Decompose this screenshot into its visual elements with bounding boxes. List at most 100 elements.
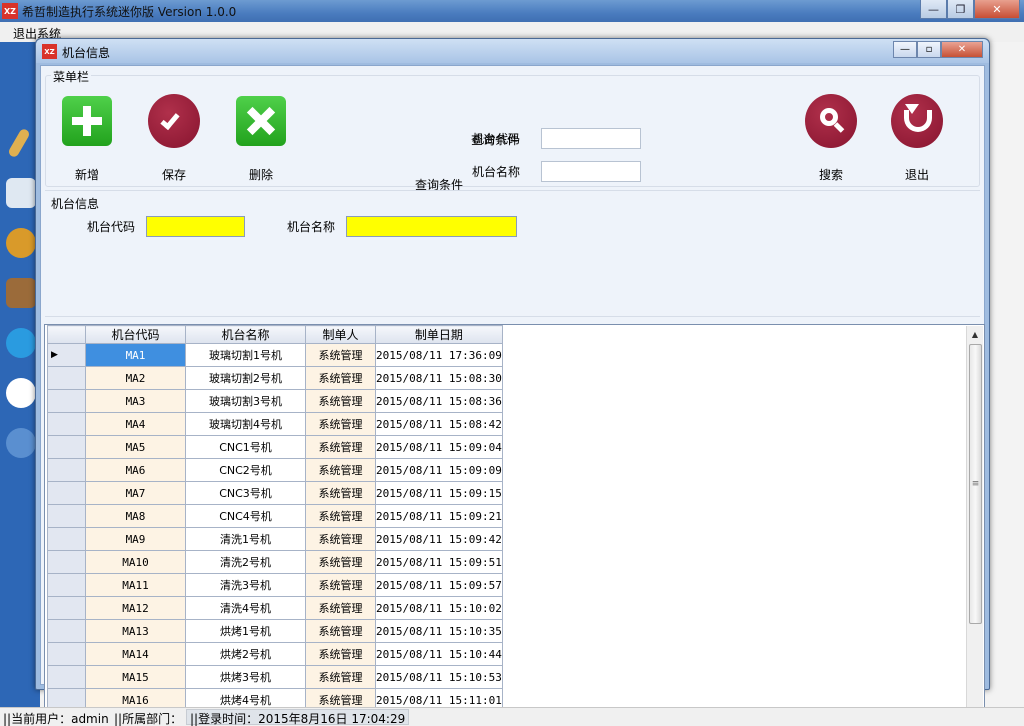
- cell-maker[interactable]: 系统管理: [305, 573, 376, 597]
- globe-icon[interactable]: [6, 328, 36, 358]
- save-button[interactable]: 保存: [144, 94, 204, 182]
- table-row[interactable]: MA7 CNC3号机 系统管理 2015/08/11 15:09:15: [47, 481, 503, 505]
- column-header-code[interactable]: 机台代码: [85, 325, 186, 344]
- cell-name[interactable]: 烘烤1号机: [185, 619, 306, 643]
- scroll-thumb[interactable]: ≡: [969, 344, 982, 624]
- add-button[interactable]: 新增: [57, 95, 117, 182]
- child-minimize-button[interactable]: —: [893, 41, 917, 58]
- column-header-date[interactable]: 制单日期: [375, 325, 503, 344]
- cell-name[interactable]: 清洗1号机: [185, 527, 306, 551]
- cell-name[interactable]: 清洗2号机: [185, 550, 306, 574]
- cell-name[interactable]: 烘烤2号机: [185, 642, 306, 666]
- row-header[interactable]: [47, 619, 86, 643]
- cell-name[interactable]: 玻璃切割1号机: [185, 343, 306, 367]
- table-row[interactable]: MA10 清洗2号机 系统管理 2015/08/11 15:09:51: [47, 550, 503, 574]
- cell-maker[interactable]: 系统管理: [305, 550, 376, 574]
- grid-scrollbar[interactable]: ▲ ≡ ▼: [966, 326, 983, 722]
- cell-name[interactable]: CNC2号机: [185, 458, 306, 482]
- cell-date[interactable]: 2015/08/11 15:08:30: [375, 366, 503, 390]
- users-icon[interactable]: [6, 428, 36, 458]
- minimize-button[interactable]: —: [920, 0, 947, 19]
- child-close-button[interactable]: ✕: [941, 41, 983, 58]
- cell-date[interactable]: 2015/08/11 15:09:42: [375, 527, 503, 551]
- cell-maker[interactable]: 系统管理: [305, 619, 376, 643]
- cell-name[interactable]: 清洗4号机: [185, 596, 306, 620]
- row-header[interactable]: [47, 435, 86, 459]
- info-name-input[interactable]: [346, 216, 517, 237]
- cell-maker[interactable]: 系统管理: [305, 527, 376, 551]
- cell-name[interactable]: 烘烤3号机: [185, 665, 306, 689]
- table-row[interactable]: MA11 清洗3号机 系统管理 2015/08/11 15:09:57: [47, 573, 503, 597]
- row-header[interactable]: [47, 596, 86, 620]
- cell-code[interactable]: MA14: [85, 642, 186, 666]
- cell-date[interactable]: 2015/08/11 15:08:36: [375, 389, 503, 413]
- cell-date[interactable]: 2015/08/11 15:09:57: [375, 573, 503, 597]
- cell-code[interactable]: MA10: [85, 550, 186, 574]
- cell-code[interactable]: MA2: [85, 366, 186, 390]
- row-header[interactable]: [47, 527, 86, 551]
- close-button[interactable]: ✕: [974, 0, 1020, 19]
- cell-date[interactable]: 2015/08/11 15:09:04: [375, 435, 503, 459]
- row-header[interactable]: [47, 665, 86, 689]
- cell-maker[interactable]: 系统管理: [305, 366, 376, 390]
- cell-maker[interactable]: 系统管理: [305, 343, 376, 367]
- info-code-input[interactable]: [146, 216, 245, 237]
- exit-button[interactable]: 退出: [887, 94, 947, 182]
- table-row[interactable]: MA6 CNC2号机 系统管理 2015/08/11 15:09:09: [47, 458, 503, 482]
- cell-maker[interactable]: 系统管理: [305, 504, 376, 528]
- cell-code[interactable]: MA15: [85, 665, 186, 689]
- table-row[interactable]: MA5 CNC1号机 系统管理 2015/08/11 15:09:04: [47, 435, 503, 459]
- cell-name[interactable]: CNC3号机: [185, 481, 306, 505]
- query-name-input[interactable]: [541, 161, 641, 182]
- cell-name[interactable]: CNC1号机: [185, 435, 306, 459]
- cell-name[interactable]: 玻璃切割3号机: [185, 389, 306, 413]
- cell-code[interactable]: MA4: [85, 412, 186, 436]
- cell-date[interactable]: 2015/08/11 15:10:35: [375, 619, 503, 643]
- cell-maker[interactable]: 系统管理: [305, 481, 376, 505]
- cell-maker[interactable]: 系统管理: [305, 458, 376, 482]
- cell-code[interactable]: MA11: [85, 573, 186, 597]
- cell-date[interactable]: 2015/08/11 15:08:42: [375, 412, 503, 436]
- cell-name[interactable]: CNC4号机: [185, 504, 306, 528]
- cell-date[interactable]: 2015/08/11 15:09:15: [375, 481, 503, 505]
- cell-maker[interactable]: 系统管理: [305, 412, 376, 436]
- cell-date[interactable]: 2015/08/11 15:10:53: [375, 665, 503, 689]
- column-header-name[interactable]: 机台名称: [185, 325, 306, 344]
- gear-icon[interactable]: [6, 228, 36, 258]
- delete-button[interactable]: 删除: [231, 95, 291, 182]
- box-icon[interactable]: [6, 278, 36, 308]
- search-button[interactable]: 搜索: [801, 94, 861, 182]
- cell-maker[interactable]: 系统管理: [305, 596, 376, 620]
- table-row[interactable]: MA2 玻璃切割2号机 系统管理 2015/08/11 15:08:30: [47, 366, 503, 390]
- cell-date[interactable]: 2015/08/11 15:10:02: [375, 596, 503, 620]
- cell-date[interactable]: 2015/08/11 15:10:44: [375, 642, 503, 666]
- row-header[interactable]: [47, 573, 86, 597]
- table-row[interactable]: MA3 玻璃切割3号机 系统管理 2015/08/11 15:08:36: [47, 389, 503, 413]
- row-header[interactable]: [47, 504, 86, 528]
- cell-date[interactable]: 2015/08/11 15:09:21: [375, 504, 503, 528]
- cell-date[interactable]: 2015/08/11 15:09:51: [375, 550, 503, 574]
- document-icon[interactable]: [6, 178, 36, 208]
- row-header[interactable]: [47, 389, 86, 413]
- table-row[interactable]: MA8 CNC4号机 系统管理 2015/08/11 15:09:21: [47, 504, 503, 528]
- cell-code[interactable]: MA12: [85, 596, 186, 620]
- table-row[interactable]: MA13 烘烤1号机 系统管理 2015/08/11 15:10:35: [47, 619, 503, 643]
- scroll-up-icon[interactable]: ▲: [967, 326, 983, 342]
- cell-date[interactable]: 2015/08/11 15:09:09: [375, 458, 503, 482]
- row-header[interactable]: [47, 550, 86, 574]
- cell-code[interactable]: MA13: [85, 619, 186, 643]
- cell-code[interactable]: MA9: [85, 527, 186, 551]
- column-header-maker[interactable]: 制单人: [305, 325, 376, 344]
- cell-code[interactable]: MA8: [85, 504, 186, 528]
- row-header[interactable]: [47, 366, 86, 390]
- query-code-input[interactable]: [541, 128, 641, 149]
- cell-code[interactable]: MA5: [85, 435, 186, 459]
- cell-maker[interactable]: 系统管理: [305, 389, 376, 413]
- cell-code[interactable]: MA3: [85, 389, 186, 413]
- restore-button[interactable]: ❐: [947, 0, 974, 19]
- table-row[interactable]: ▶ MA1 玻璃切割1号机 系统管理 2015/08/11 17:36:09: [47, 343, 503, 367]
- pencil-icon[interactable]: [7, 127, 31, 159]
- table-row[interactable]: MA9 清洗1号机 系统管理 2015/08/11 15:09:42: [47, 527, 503, 551]
- cell-code[interactable]: MA7: [85, 481, 186, 505]
- cell-code[interactable]: MA6: [85, 458, 186, 482]
